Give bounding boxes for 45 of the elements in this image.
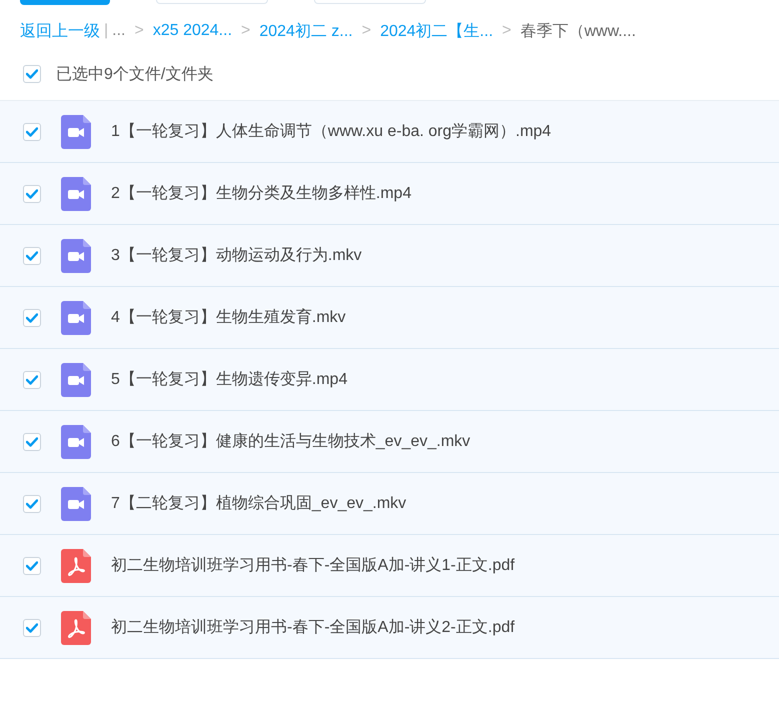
video-file-icon (61, 176, 91, 210)
file-row[interactable]: 初二生物培训班学习用书-春下-全国版A加-讲义2-正文.pdf (0, 597, 779, 659)
row-checkbox[interactable] (23, 122, 41, 140)
file-name[interactable]: 7【二轮复习】植物综合巩固_ev_ev_.mkv (111, 493, 406, 514)
file-name[interactable]: 2【一轮复习】生物分类及生物多样性.mp4 (111, 183, 412, 204)
file-row[interactable]: 初二生物培训班学习用书-春下-全国版A加-讲义1-正文.pdf (0, 535, 779, 597)
video-file-icon (61, 424, 91, 458)
divider-mark: | (104, 22, 108, 40)
file-name[interactable]: 5【一轮复习】生物遗传变异.mp4 (111, 369, 348, 390)
file-name[interactable]: 4【一轮复习】生物生殖发育.mkv (111, 307, 346, 328)
file-name[interactable]: 初二生物培训班学习用书-春下-全国版A加-讲义2-正文.pdf (111, 617, 515, 638)
chevron-separator: > (241, 22, 250, 40)
breadcrumb-ellipsis[interactable]: ... (112, 22, 126, 40)
select-all-checkbox[interactable] (23, 65, 41, 83)
row-checkbox[interactable] (23, 370, 41, 388)
row-checkbox[interactable] (23, 494, 41, 512)
video-file-icon (61, 300, 91, 334)
row-checkbox[interactable] (23, 432, 41, 450)
file-name[interactable]: 6【一轮复习】健康的生活与生物技术_ev_ev_.mkv (111, 431, 470, 452)
row-checkbox[interactable] (23, 184, 41, 202)
file-name[interactable]: 1【一轮复习】人体生命调节（www.xu e-ba. org学霸网）.mp4 (111, 121, 552, 142)
row-checkbox[interactable] (23, 556, 41, 574)
chevron-separator: > (502, 22, 512, 40)
pdf-file-icon (61, 548, 91, 582)
file-row[interactable]: 7【二轮复习】植物综合巩固_ev_ev_.mkv (0, 473, 779, 535)
file-name[interactable]: 初二生物培训班学习用书-春下-全国版A加-讲义1-正文.pdf (111, 555, 515, 576)
pdf-file-icon (61, 610, 91, 644)
video-file-icon (61, 114, 91, 148)
chevron-separator: > (362, 22, 372, 40)
file-row[interactable]: 1【一轮复习】人体生命调节（www.xu e-ba. org学霸网）.mp4 (0, 101, 779, 163)
current-folder: 春季下（www.... (520, 22, 636, 42)
file-name[interactable]: 3【一轮复习】动物运动及行为.mkv (111, 245, 362, 266)
video-file-icon (61, 238, 91, 272)
row-checkbox[interactable] (23, 246, 41, 264)
file-row[interactable]: 2【一轮复习】生物分类及生物多样性.mp4 (0, 163, 779, 225)
video-file-icon (61, 486, 91, 520)
selection-count: 已选中9个文件/文件夹 (56, 64, 214, 84)
file-row[interactable]: 5【一轮复习】生物遗传变异.mp4 (0, 349, 779, 411)
row-checkbox[interactable] (23, 618, 41, 636)
video-file-icon (61, 362, 91, 396)
file-row[interactable]: 3【一轮复习】动物运动及行为.mkv (0, 225, 779, 287)
file-row[interactable]: 6【一轮复习】健康的生活与生物技术_ev_ev_.mkv (0, 411, 779, 473)
row-checkbox[interactable] (23, 308, 41, 326)
chevron-separator: > (134, 22, 144, 40)
file-row[interactable]: 4【一轮复习】生物生殖发育.mkv (0, 287, 779, 349)
